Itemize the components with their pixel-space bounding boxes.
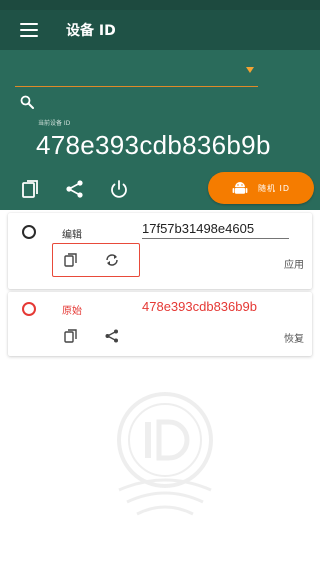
device-id-header: 当前设备 ID 478e393cdb836b9b 随机 ID bbox=[0, 50, 320, 210]
share-icon[interactable] bbox=[64, 178, 86, 200]
app-title: 设备 ID bbox=[66, 23, 116, 39]
dropdown-field[interactable] bbox=[15, 86, 258, 87]
copy-icon[interactable] bbox=[63, 328, 79, 344]
copy-icon[interactable] bbox=[63, 252, 79, 268]
original-id-value: 478e393cdb836b9b bbox=[142, 299, 257, 314]
edit-label: 编辑 bbox=[62, 230, 82, 241]
original-label: 原始 bbox=[62, 306, 82, 317]
apply-button[interactable]: 应用 bbox=[284, 256, 304, 271]
search-icon[interactable] bbox=[20, 95, 34, 109]
copy-icon[interactable] bbox=[20, 178, 42, 200]
power-icon[interactable] bbox=[108, 178, 130, 200]
current-id-label: 当前设备 ID bbox=[38, 120, 71, 127]
android-icon bbox=[232, 182, 248, 194]
status-bar bbox=[0, 0, 320, 10]
current-device-id: 478e393cdb836b9b bbox=[36, 130, 271, 160]
original-id-card: 原始 478e393cdb836b9b 恢复 bbox=[8, 292, 312, 356]
dropdown-arrow-icon[interactable] bbox=[246, 67, 254, 73]
edit-id-card: 编辑 17f57b31498e4605 应用 bbox=[8, 213, 312, 289]
original-radio[interactable] bbox=[22, 302, 36, 316]
random-id-button[interactable]: 随机 ID bbox=[208, 172, 314, 204]
app-toolbar: 设备 ID bbox=[0, 10, 320, 50]
watermark-logo-icon bbox=[117, 392, 213, 516]
edit-radio[interactable] bbox=[22, 225, 36, 239]
random-id-label: 随机 ID bbox=[257, 183, 291, 193]
share-icon[interactable] bbox=[104, 328, 120, 344]
edit-id-input[interactable]: 17f57b31498e4605 bbox=[142, 221, 289, 239]
refresh-icon[interactable] bbox=[104, 252, 120, 268]
menu-icon[interactable] bbox=[20, 23, 38, 37]
restore-button[interactable]: 恢复 bbox=[284, 330, 304, 345]
